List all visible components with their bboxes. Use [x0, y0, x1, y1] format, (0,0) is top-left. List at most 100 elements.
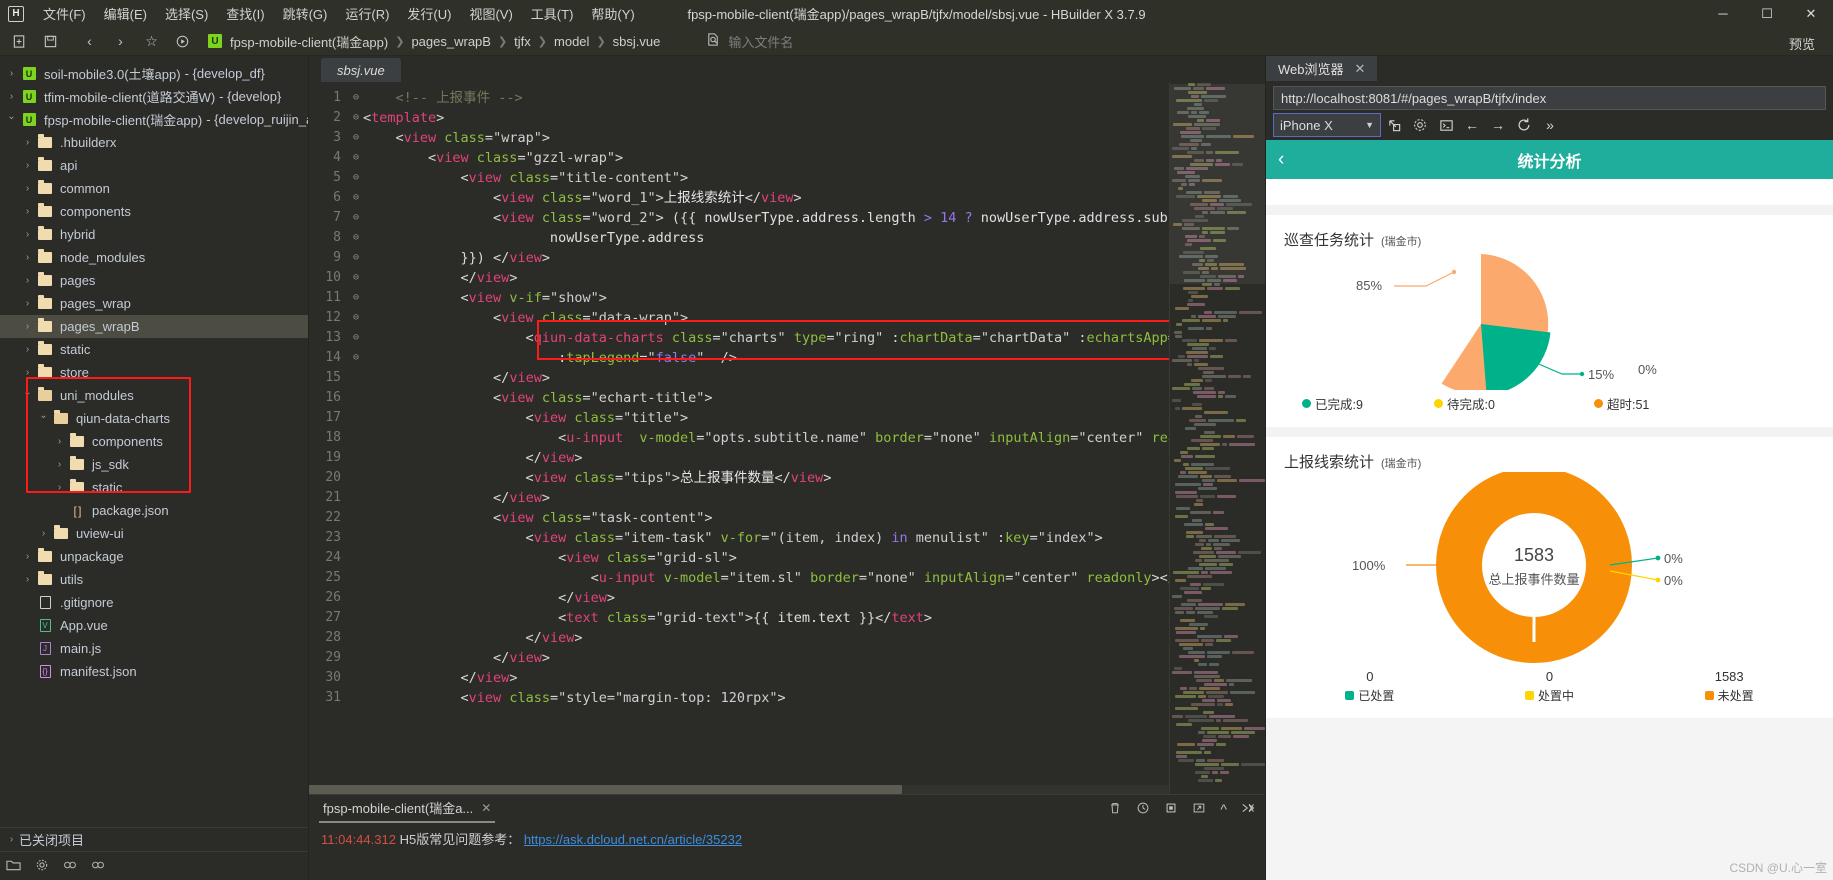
- tree-item-0[interactable]: Usoil-mobile3.0(土壤app) - {develop_df}: [0, 62, 308, 85]
- tree-item-6[interactable]: components: [0, 200, 308, 223]
- chevron-right-icon[interactable]: [52, 482, 67, 493]
- legend-item-0[interactable]: 已完成:9: [1284, 394, 1434, 413]
- chevron-down-icon[interactable]: [20, 390, 35, 401]
- app-content[interactable]: 巡查任务统计 (瑞金市) 85% 15% 0% 已完成:9 待完成:0 超时:5…: [1266, 179, 1833, 880]
- fold-marker[interactable]: ⊖: [349, 288, 363, 308]
- folder-open-icon[interactable]: [6, 858, 21, 875]
- tree-item-1[interactable]: Utfim-mobile-client(道路交通W) - {develop}: [0, 85, 308, 108]
- fold-marker[interactable]: ⊖: [349, 208, 363, 228]
- tree-item-23[interactable]: .gitignore: [0, 591, 308, 614]
- forward-icon[interactable]: →: [1485, 113, 1511, 137]
- tree-item-10[interactable]: pages_wrap: [0, 292, 308, 315]
- minimize-button[interactable]: ─: [1701, 0, 1745, 27]
- star-icon[interactable]: ☆: [136, 29, 167, 54]
- back-icon[interactable]: ←: [1459, 113, 1485, 137]
- chevron-right-icon[interactable]: [20, 551, 35, 562]
- menu-item-3[interactable]: 查找(I): [217, 0, 273, 27]
- tree-item-26[interactable]: {} manifest.json: [0, 660, 308, 683]
- fold-marker[interactable]: ⊖: [349, 228, 363, 248]
- tree-item-18[interactable]: static: [0, 476, 308, 499]
- chevron-right-icon[interactable]: [20, 137, 35, 148]
- chevron-right-icon[interactable]: [4, 91, 19, 102]
- breadcrumb-item-4[interactable]: sbsj.vue: [611, 34, 663, 49]
- chevron-right-icon[interactable]: [20, 229, 35, 240]
- chevron-right-icon[interactable]: [4, 68, 19, 79]
- menu-item-7[interactable]: 视图(V): [460, 0, 521, 27]
- pie-chart[interactable]: 85% 15% 0%: [1266, 250, 1833, 401]
- chevron-right-icon[interactable]: [20, 298, 35, 309]
- chevron-right-icon[interactable]: [20, 574, 35, 585]
- fold-marker[interactable]: ⊖: [349, 128, 363, 148]
- chevron-down-icon[interactable]: [4, 114, 19, 125]
- open-external-icon[interactable]: [1381, 113, 1407, 137]
- tree-item-8[interactable]: node_modules: [0, 246, 308, 269]
- menu-item-8[interactable]: 工具(T): [522, 0, 583, 27]
- tree-item-2[interactable]: Ufpsp-mobile-client(瑞金app) - {develop_ru…: [0, 108, 308, 131]
- preview-tab[interactable]: Web浏览器 ✕: [1266, 56, 1378, 81]
- ring-chart[interactable]: 100% 0% 0% 1583 总上报事件数量: [1266, 467, 1833, 667]
- minimap-viewport[interactable]: [1170, 84, 1265, 284]
- menu-item-0[interactable]: 文件(F): [34, 0, 95, 27]
- tree-item-11[interactable]: pages_wrapB: [0, 315, 308, 338]
- breadcrumb-item-1[interactable]: pages_wrapB: [409, 34, 493, 49]
- chevron-right-icon[interactable]: [20, 321, 35, 332]
- tree-item-22[interactable]: utils: [0, 568, 308, 591]
- menu-item-4[interactable]: 跳转(G): [274, 0, 337, 27]
- tree-item-24[interactable]: V App.vue: [0, 614, 308, 637]
- clear-icon[interactable]: [1241, 801, 1257, 818]
- menu-item-1[interactable]: 编辑(E): [95, 0, 156, 27]
- code-editor[interactable]: 1 2 3 4 5 6 7 8 9 10 11 12 13 14 15 16 17 18 19 20 21 22 23 24 2…: [309, 82, 1265, 794]
- tree-item-9[interactable]: pages: [0, 269, 308, 292]
- forward-icon[interactable]: ›: [105, 29, 136, 54]
- tree-item-19[interactable]: [ ] package.json: [0, 499, 308, 522]
- fold-marker[interactable]: ⊖: [349, 308, 363, 328]
- fold-marker[interactable]: ⊖: [349, 88, 363, 108]
- close-button[interactable]: ✕: [1789, 0, 1833, 27]
- gear-icon[interactable]: [1407, 113, 1433, 137]
- more-icon[interactable]: »: [1537, 113, 1563, 137]
- gear-icon[interactable]: [35, 858, 49, 875]
- fold-marker[interactable]: ⊖: [349, 188, 363, 208]
- tree-item-25[interactable]: Jmain.js: [0, 637, 308, 660]
- tree-item-7[interactable]: hybrid: [0, 223, 308, 246]
- device-select[interactable]: iPhone X ▼: [1273, 113, 1381, 137]
- tree-item-13[interactable]: store: [0, 361, 308, 384]
- tree-item-16[interactable]: components: [0, 430, 308, 453]
- ring-legend-item-1[interactable]: 0 处置中: [1460, 669, 1640, 704]
- tree-item-14[interactable]: uni_modules: [0, 384, 308, 407]
- menu-item-6[interactable]: 发行(U): [398, 0, 460, 27]
- run-icon[interactable]: [167, 29, 198, 54]
- breadcrumb-item-0[interactable]: fpsp-mobile-client(瑞金app): [228, 32, 390, 51]
- ring-legend-item-0[interactable]: 0 已处置: [1280, 669, 1460, 704]
- clock-icon[interactable]: [1136, 801, 1150, 818]
- legend-item-2[interactable]: 超时:51: [1594, 394, 1649, 413]
- chevron-down-icon[interactable]: [36, 413, 51, 424]
- chevron-right-icon[interactable]: [36, 528, 51, 539]
- tree-item-20[interactable]: uview-ui: [0, 522, 308, 545]
- tree-item-15[interactable]: qiun-data-charts: [0, 407, 308, 430]
- tree-item-21[interactable]: unpackage: [0, 545, 308, 568]
- tree-item-5[interactable]: common: [0, 177, 308, 200]
- open-window-icon[interactable]: [1192, 801, 1206, 818]
- file-search[interactable]: 输入文件名: [706, 32, 793, 51]
- fold-marker[interactable]: ⊖: [349, 148, 363, 168]
- fold-marker[interactable]: ⊖: [349, 108, 363, 128]
- stop-icon[interactable]: [1164, 801, 1178, 818]
- chevron-right-icon[interactable]: [52, 459, 67, 470]
- fold-marker[interactable]: ⊖: [349, 348, 363, 368]
- code-content[interactable]: <!-- 上报事件 --> <template> <view class="wra…: [363, 82, 1265, 794]
- terminal-icon[interactable]: [63, 858, 77, 875]
- menu-item-5[interactable]: 运行(R): [336, 0, 398, 27]
- maximize-button[interactable]: ☐: [1745, 0, 1789, 27]
- code-minimap[interactable]: [1169, 82, 1265, 794]
- closed-projects-section[interactable]: 已关闭项目: [0, 827, 308, 851]
- chevron-right-icon[interactable]: [20, 183, 35, 194]
- breadcrumb-item-3[interactable]: model: [552, 34, 591, 49]
- new-file-icon[interactable]: [4, 29, 35, 54]
- menu-item-9[interactable]: 帮助(Y): [582, 0, 643, 27]
- legend-item-1[interactable]: 待完成:0: [1434, 394, 1594, 413]
- ring-legend-item-2[interactable]: 1583 未处置: [1639, 669, 1819, 704]
- close-icon[interactable]: ✕: [1355, 61, 1366, 77]
- reload-icon[interactable]: [1511, 113, 1537, 137]
- chevron-right-icon[interactable]: [20, 367, 35, 378]
